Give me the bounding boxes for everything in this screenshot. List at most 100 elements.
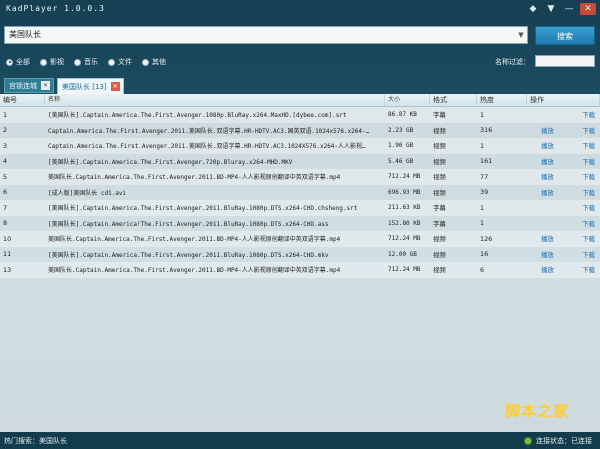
row-heat: 1 (480, 203, 485, 212)
download-link[interactable]: 下载 (565, 157, 595, 166)
filter-video[interactable]: 影视 (40, 57, 64, 67)
row-actions: 播放 下载 (527, 157, 600, 166)
row-id: 4 (3, 157, 8, 166)
radio-icon[interactable] (142, 58, 149, 66)
radio-icon[interactable] (74, 58, 81, 66)
download-link[interactable]: 下载 (565, 141, 595, 150)
download-link[interactable]: 下载 (565, 250, 595, 259)
table-row[interactable]: 5 美国队长.Captain.America.The.First.Avenger.… (0, 169, 600, 185)
radio-icon[interactable] (6, 58, 13, 66)
row-heat: 77 (480, 172, 489, 181)
search-button[interactable]: 搜索 (535, 26, 595, 45)
row-heat: 16 (480, 250, 489, 259)
table-row[interactable]: 2 Captain.America.The.First.Avenger.2011.… (0, 123, 600, 139)
table-row[interactable]: 7 [美国队长].Captain.America.The.First.Avenge… (0, 200, 600, 216)
play-link (530, 203, 565, 212)
chevron-down-icon[interactable]: ▼ (516, 30, 526, 40)
download-link[interactable]: 下载 (565, 219, 595, 228)
row-name: [美国队长].Captain.America.The.First.Avenger… (48, 251, 329, 259)
download-link[interactable]: 下载 (565, 126, 595, 135)
radio-icon[interactable] (108, 58, 115, 66)
row-id: 7 (3, 203, 8, 212)
table-row[interactable]: 11 [美国队长].Captain.America.The.First.Aveng… (0, 247, 600, 263)
table-row[interactable]: 3 Captain.America.The.First.Avenger.2011.… (0, 138, 600, 154)
row-heat: 6 (480, 265, 485, 274)
col-header-name[interactable]: 名称 (45, 94, 385, 106)
row-actions: 下载 (527, 110, 600, 119)
row-id: 6 (3, 188, 8, 197)
table-row[interactable]: 8 [美国队长].Captain.America!The.First.Avenge… (0, 216, 600, 232)
app-title: KadPlayer 1.0.0.3 (6, 4, 105, 13)
play-link[interactable]: 播放 (530, 126, 565, 135)
row-id: 8 (3, 219, 8, 228)
play-link[interactable]: 播放 (530, 157, 565, 166)
close-icon[interactable]: ✕ (580, 3, 596, 15)
result-tabs: 宫锁连城 ✕ 美国队长 [13] ✕ (4, 78, 124, 94)
row-name: [成人版]美国队长 cd1.avi (48, 189, 127, 197)
row-size: 712.24 MB (388, 173, 421, 181)
play-link[interactable]: 播放 (530, 172, 565, 181)
filter-file[interactable]: 文件 (108, 57, 132, 67)
row-name: Captain.America.The.First.Avenger.2011.美… (48, 127, 370, 135)
download-link[interactable]: 下载 (565, 234, 595, 243)
close-icon[interactable]: ✕ (110, 82, 120, 91)
download-link[interactable]: 下载 (565, 110, 595, 119)
table-row[interactable]: 6 [成人版]美国队长 cd1.avi 696.93 MB 视频 39 播放 下载 (0, 185, 600, 201)
col-header-id[interactable]: 编号 (0, 94, 45, 106)
filter-all[interactable]: 全部 (6, 57, 30, 67)
row-id: 1 (3, 110, 8, 119)
col-header-heat[interactable]: 热度 (477, 94, 527, 106)
download-link[interactable]: 下载 (565, 172, 595, 181)
table-row[interactable]: 10 美国队长.Captain.America.The.First.Avenger… (0, 231, 600, 247)
row-format: 视频 (433, 235, 446, 244)
filter-other[interactable]: 其他 (142, 57, 166, 67)
col-header-format[interactable]: 格式 (430, 94, 477, 106)
tab-captain-america[interactable]: 美国队长 [13] ✕ (57, 78, 124, 94)
watermark-url: www.jb51.net (515, 420, 556, 427)
row-format: 字幕 (433, 219, 446, 228)
tab-label: 宫锁连城 (9, 81, 37, 90)
table-header: 编号 名称 大小 格式 热度 操作 (0, 94, 600, 107)
play-link[interactable]: 播放 (530, 250, 565, 259)
hot-search[interactable]: 热门搜索：美国队长 (4, 436, 67, 446)
connection-text: 连接状态：已连接 (536, 437, 592, 445)
row-size: 86.87 KB (388, 111, 417, 119)
search-input[interactable]: 美国队长 (4, 26, 528, 44)
row-size: 1.90 GB (388, 142, 414, 150)
row-actions: 播放 下载 (527, 188, 600, 197)
download-link[interactable]: 下载 (565, 265, 595, 274)
row-format: 视频 (433, 266, 446, 275)
menu-icon[interactable]: ▼ (544, 3, 558, 15)
radio-icon[interactable] (40, 58, 47, 66)
row-id: 3 (3, 141, 8, 150)
filter-label: 音乐 (84, 58, 98, 66)
play-link[interactable]: 播放 (530, 234, 565, 243)
row-heat: 126 (480, 234, 493, 243)
app-window: KadPlayer 1.0.0.3 ◆ ▼ — ✕ 美国队长 ▼ 搜索 全部 影… (0, 0, 600, 449)
table-row[interactable]: 1 [美国队长].Captain.America.The.First.Avenge… (0, 107, 600, 123)
row-id: 2 (3, 126, 8, 135)
name-filter-input[interactable] (535, 55, 595, 67)
row-format: 视频 (433, 142, 446, 151)
minimize-icon[interactable]: — (562, 3, 576, 15)
play-link[interactable]: 播放 (530, 188, 565, 197)
table-row[interactable]: 4 [美国队长].Captain.America.The.First.Avenge… (0, 154, 600, 170)
row-size: 5.46 GB (388, 157, 414, 165)
download-link[interactable]: 下载 (565, 203, 595, 212)
play-link[interactable]: 播放 (530, 265, 565, 274)
play-link (530, 110, 565, 119)
row-format: 字幕 (433, 204, 446, 213)
skin-icon[interactable]: ◆ (526, 3, 540, 15)
row-id: 10 (3, 234, 12, 243)
table-row[interactable]: 13 美国队长.Captain.America.The.First.Avenger… (0, 262, 600, 278)
col-header-size[interactable]: 大小 (385, 94, 430, 106)
row-heat: 1 (480, 141, 485, 150)
play-link[interactable]: 播放 (530, 141, 565, 150)
close-icon[interactable]: ✕ (41, 81, 50, 90)
type-filter-group: 全部 影视 音乐 文件 其他 (6, 56, 166, 68)
col-header-action: 操作 (527, 94, 600, 106)
status-bar: 热门搜索：美国队长 连接状态：已连接 (0, 432, 600, 449)
filter-music[interactable]: 音乐 (74, 57, 98, 67)
tab-gongsuo[interactable]: 宫锁连城 ✕ (4, 78, 54, 93)
download-link[interactable]: 下载 (565, 188, 595, 197)
